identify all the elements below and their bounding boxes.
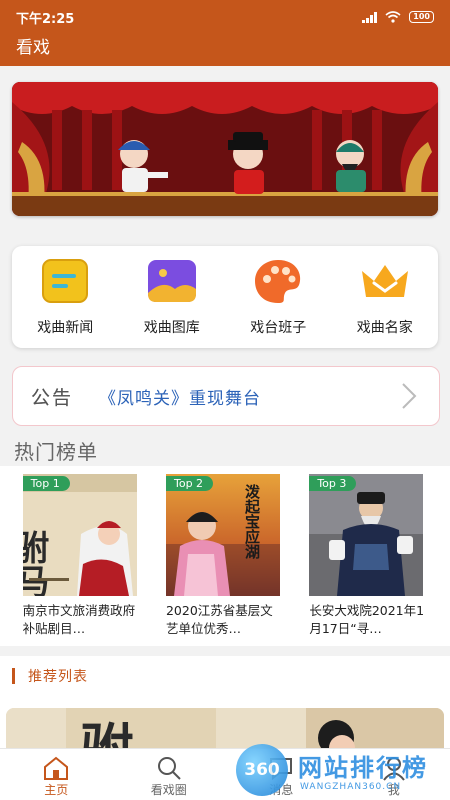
hot-thumbnail: Top 3 — [309, 474, 424, 596]
hot-art-text: 泼起宝应湖 — [243, 483, 261, 560]
category-label: 戏曲图库 — [143, 320, 200, 336]
category-grid: 戏曲新闻 戏曲图库 戏台班子 戏曲名家 — [12, 246, 438, 348]
hot-thumbnail: 驸马 Top 1 — [22, 474, 137, 596]
rank-badge: Top 3 — [309, 476, 357, 491]
hot-item[interactable]: 泼起宝应湖 Top 2 2020江苏省基层文艺单位优秀… — [165, 474, 284, 646]
gallery-icon — [147, 260, 196, 302]
category-gallery[interactable]: 戏曲图库 — [122, 257, 222, 337]
hot-item[interactable]: Top 3 长安大戏院2021年1月17日“寻… — [309, 474, 427, 646]
app-title: 看戏 — [0, 34, 450, 66]
news-icon — [42, 259, 89, 303]
status-bar: 下午2:25 100 — [0, 0, 450, 34]
recommend-title: 推荐列表 — [28, 669, 88, 685]
wifi-icon — [385, 11, 401, 23]
category-label: 戏台班子 — [250, 320, 307, 336]
hot-caption: 南京市文旅消费政府补贴剧目… — [22, 603, 136, 636]
search-icon — [157, 757, 181, 780]
hot-caption: 长安大戏院2021年1月17日“寻… — [309, 603, 425, 636]
rank-badge: Top 1 — [22, 476, 70, 491]
notice-bar[interactable]: 公告 《凤鸣关》重现舞台 — [12, 366, 440, 426]
status-time: 下午2:25 — [16, 11, 75, 27]
category-label: 戏曲新闻 — [37, 320, 94, 336]
section-accent-bar — [12, 668, 15, 684]
battery-icon: 100 — [409, 11, 434, 23]
category-masters[interactable]: 戏曲名家 — [335, 257, 435, 337]
hot-caption: 2020江苏省基层文艺单位优秀… — [165, 603, 273, 636]
category-news[interactable]: 戏曲新闻 — [15, 257, 115, 337]
watermark-logo: 360 — [236, 744, 288, 796]
hot-list: 驸马 Top 1 南京市文旅消费政府补贴剧目… 泼起宝应湖 Top 2 2020… — [0, 466, 450, 646]
palette-icon — [255, 260, 301, 303]
tab-label: 主页 — [44, 783, 69, 797]
hot-item[interactable]: 驸马 Top 1 南京市文旅消费政府补贴剧目… — [22, 474, 141, 646]
hot-thumbnail: 泼起宝应湖 Top 2 — [165, 474, 280, 596]
home-icon — [44, 756, 69, 780]
notice-text[interactable]: 《凤鸣关》重现舞台 — [99, 384, 261, 409]
tab-label: 看戏圈 — [150, 783, 187, 797]
hot-list-title: 热门榜单 — [14, 440, 98, 464]
category-troupe[interactable]: 戏台班子 — [228, 257, 328, 337]
watermark: 360 网站排行榜 WANGZHAN360.CN — [236, 740, 450, 800]
watermark-name: 网站排行榜 — [298, 754, 428, 782]
notice-label: 公告 — [31, 383, 73, 410]
rank-badge: Top 2 — [165, 476, 214, 491]
watermark-url: WANGZHAN360.CN — [300, 782, 402, 792]
crown-icon — [361, 265, 408, 297]
signal-icon — [362, 11, 378, 23]
tab-home[interactable]: 主页 — [11, 749, 101, 800]
hot-art-text: 驸马 — [23, 530, 49, 596]
category-label: 戏曲名家 — [356, 320, 413, 336]
tab-circle[interactable]: 看戏圈 — [124, 749, 214, 800]
chevron-right-icon[interactable] — [399, 381, 419, 411]
banner-image[interactable] — [12, 82, 438, 216]
